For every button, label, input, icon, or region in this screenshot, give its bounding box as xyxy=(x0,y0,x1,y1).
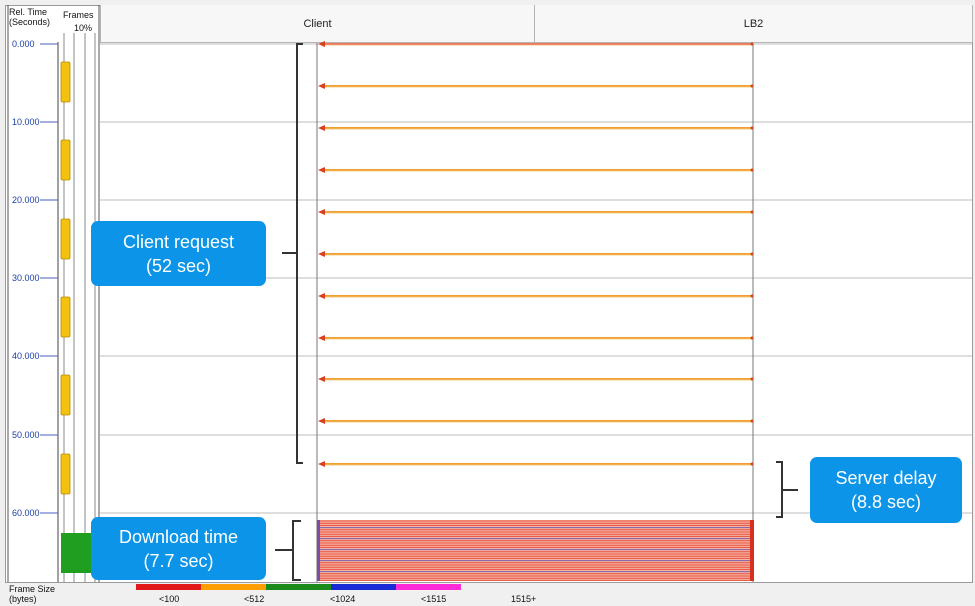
request-arrow-origin xyxy=(750,294,754,298)
request-arrowhead xyxy=(318,335,325,341)
request-arrow-origin xyxy=(750,42,754,46)
request-arrowhead xyxy=(318,209,325,215)
request-arrow-origin xyxy=(750,84,754,88)
legend-label-lt100: <100 xyxy=(159,594,180,604)
download-time-bracket xyxy=(275,520,301,581)
legend-label-1515plus: 1515+ xyxy=(511,594,537,604)
legend-label-lt1515: <1515 xyxy=(421,594,447,604)
request-arrowhead xyxy=(318,461,325,467)
request-arrowhead xyxy=(318,41,325,47)
download-time-callout: Download time (7.7 sec) xyxy=(91,517,266,580)
request-arrowhead xyxy=(318,167,325,173)
legend-color-swatch xyxy=(266,584,331,590)
request-arrow-origin xyxy=(750,126,754,130)
request-arrowhead xyxy=(318,83,325,89)
download-time-callout-duration: (7.7 sec) xyxy=(143,550,214,571)
request-arrowhead xyxy=(318,418,325,424)
client-request-callout: Client request (52 sec) xyxy=(91,221,266,286)
frame-activity-bar xyxy=(60,296,71,338)
client-request-arrows xyxy=(318,41,754,467)
legend-color-swatch xyxy=(331,584,396,590)
client-request-callout-title: Client request xyxy=(122,231,235,252)
legend-color-swatch xyxy=(396,584,461,590)
server-delay-callout: Server delay (8.8 sec) xyxy=(810,457,962,523)
download-arrow-origins xyxy=(750,520,754,581)
download-time-callout-title: Download time xyxy=(118,526,239,547)
request-arrow-origin xyxy=(750,377,754,381)
download-arrows-block xyxy=(317,520,754,581)
frame-activity-bars xyxy=(60,61,95,573)
legend-label-lt512: <512 xyxy=(244,594,265,604)
frame-activity-bar xyxy=(60,139,71,181)
frame-activity-bar xyxy=(60,61,71,103)
download-arrowheads xyxy=(317,520,320,581)
client-request-callout-duration: (52 sec) xyxy=(145,255,212,276)
request-arrowhead xyxy=(318,293,325,299)
frame-activity-bar xyxy=(60,218,71,260)
frame-size-legend-unit: (bytes) xyxy=(9,594,37,604)
server-delay-callout-duration: (8.8 sec) xyxy=(850,492,922,512)
server-delay-bracket xyxy=(776,461,798,518)
legend-color-swatch xyxy=(136,584,201,590)
request-arrowhead xyxy=(318,376,325,382)
frame-size-legend-title: Frame Size (bytes) xyxy=(9,584,55,604)
request-arrow-origin xyxy=(750,210,754,214)
request-arrow-origin xyxy=(750,462,754,466)
request-arrow-origin xyxy=(750,252,754,256)
frame-activity-bar xyxy=(60,374,71,416)
request-arrowhead xyxy=(318,125,325,131)
frame-size-legend-label: Frame Size xyxy=(9,584,56,594)
request-arrowhead xyxy=(318,251,325,257)
request-arrow-origin xyxy=(750,168,754,172)
server-delay-callout-title: Server delay xyxy=(835,468,937,488)
frame-activity-bar xyxy=(60,453,71,495)
client-request-bracket xyxy=(282,43,303,464)
legend-label-lt1024: <1024 xyxy=(330,594,356,604)
request-arrow-origin xyxy=(750,336,754,340)
frame-size-legend-strip xyxy=(136,584,461,590)
frame-activity-bar-download xyxy=(61,533,95,573)
legend-color-swatch xyxy=(201,584,266,590)
request-arrow-origin xyxy=(750,419,754,423)
